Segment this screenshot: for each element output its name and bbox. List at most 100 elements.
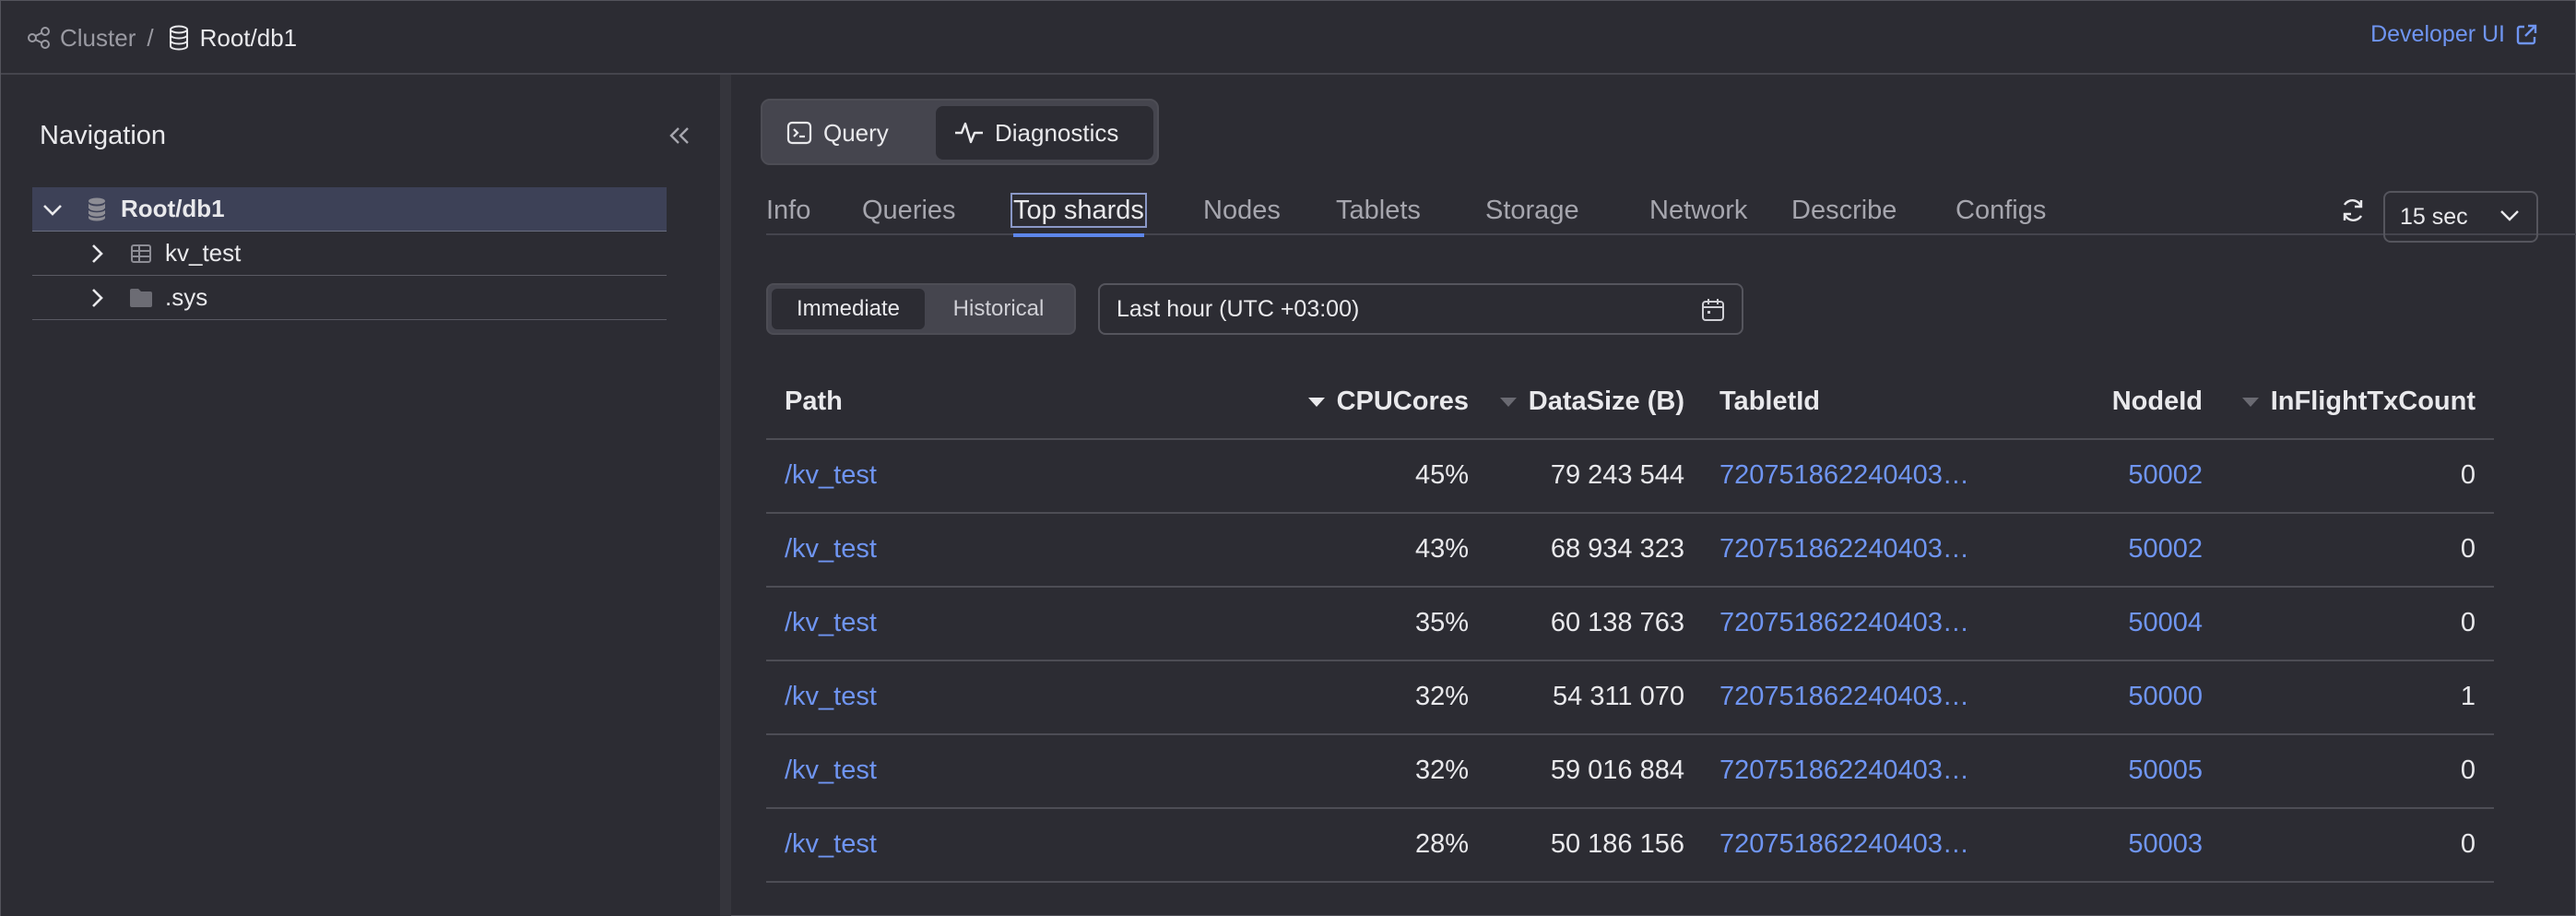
terminal-icon bbox=[786, 121, 812, 145]
inflight-value: 0 bbox=[2460, 829, 2476, 859]
inflight-value: 0 bbox=[2460, 534, 2476, 564]
tablet-link[interactable]: 720751862240403… bbox=[1719, 682, 1994, 712]
query-mode-button[interactable]: Query bbox=[768, 106, 934, 160]
tree-item-label: .sys bbox=[165, 283, 208, 311]
tablet-link[interactable]: 720751862240403… bbox=[1719, 608, 1994, 638]
diagnostics-mode-button[interactable]: Diagnostics bbox=[936, 106, 1153, 160]
tree-item-root-db1[interactable]: Root/db1 bbox=[32, 187, 667, 232]
column-header-inflight[interactable]: InFlightTxCount bbox=[2241, 387, 2476, 417]
chevron-right-icon[interactable] bbox=[84, 241, 110, 267]
table-row: /kv_test 28% 50 186 156 720751862240403…… bbox=[766, 809, 2494, 883]
node-link[interactable]: 50005 bbox=[2128, 755, 2203, 786]
sort-desc-icon bbox=[1307, 397, 1325, 407]
cluster-icon bbox=[25, 24, 53, 52]
tab-describe[interactable]: Describe bbox=[1791, 193, 1897, 235]
database-icon bbox=[84, 196, 110, 222]
table-row: /kv_test 32% 54 311 070 720751862240403…… bbox=[766, 661, 2494, 735]
node-link[interactable]: 50004 bbox=[2128, 608, 2203, 638]
column-header-datasize[interactable]: DataSize (B) bbox=[1499, 387, 1684, 417]
tab-network[interactable]: Network bbox=[1649, 193, 1747, 235]
inflight-value: 1 bbox=[2460, 682, 2476, 711]
column-header-tabletid[interactable]: TabletId bbox=[1719, 387, 1820, 417]
tab-queries[interactable]: Queries bbox=[862, 193, 956, 235]
table-row: /kv_test 45% 79 243 544 720751862240403…… bbox=[766, 440, 2494, 514]
tablet-link[interactable]: 720751862240403… bbox=[1719, 534, 1994, 565]
developer-ui-link[interactable]: Developer UI bbox=[2370, 21, 2538, 48]
path-link[interactable]: /kv_test bbox=[785, 829, 877, 860]
developer-ui-label: Developer UI bbox=[2370, 21, 2505, 47]
pulse-icon bbox=[955, 122, 983, 144]
immediate-button[interactable]: Immediate bbox=[772, 289, 925, 329]
sort-icon bbox=[1499, 397, 1517, 407]
path-link[interactable]: /kv_test bbox=[785, 534, 877, 565]
inflight-value: 0 bbox=[2460, 755, 2476, 785]
diagnostics-tabs: Info Queries Top shards Nodes Tablets St… bbox=[766, 193, 2576, 237]
path-link[interactable]: /kv_test bbox=[785, 608, 877, 638]
breadcrumb-cluster[interactable]: Cluster bbox=[60, 24, 136, 53]
tablet-link[interactable]: 720751862240403… bbox=[1719, 460, 1994, 491]
database-icon bbox=[165, 24, 193, 52]
refresh-interval-value: 15 sec bbox=[2400, 203, 2468, 230]
refresh-icon bbox=[2343, 199, 2363, 221]
navigation-sidebar: Navigation Root/db1 kv_test .sys bbox=[1, 75, 720, 916]
tablet-link[interactable]: 720751862240403… bbox=[1719, 755, 1994, 786]
column-header-label: DataSize (B) bbox=[1528, 387, 1684, 416]
cpu-value: 35% bbox=[1414, 608, 1469, 637]
tab-nodes[interactable]: Nodes bbox=[1203, 193, 1281, 235]
chevron-down-icon[interactable] bbox=[40, 196, 65, 222]
tab-configs[interactable]: Configs bbox=[1956, 193, 2046, 235]
tab-info[interactable]: Info bbox=[766, 193, 810, 235]
main-panel: Query Diagnostics Info Queries Top shard… bbox=[731, 75, 2576, 916]
tree-item-kv-test[interactable]: kv_test bbox=[32, 232, 667, 276]
tab-top-shards[interactable]: Top shards bbox=[1010, 193, 1147, 237]
tablet-link[interactable]: 720751862240403… bbox=[1719, 829, 1994, 860]
cpu-value: 45% bbox=[1414, 460, 1469, 490]
table-row: /kv_test 32% 59 016 884 720751862240403…… bbox=[766, 735, 2494, 809]
inflight-value: 0 bbox=[2460, 608, 2476, 637]
column-header-path[interactable]: Path bbox=[785, 387, 843, 417]
tree-item-label: Root/db1 bbox=[121, 195, 225, 222]
app-window: Cluster / Root/db1 Developer UI Navigati… bbox=[0, 0, 2576, 916]
query-mode-label: Query bbox=[823, 118, 889, 147]
folder-icon bbox=[128, 285, 154, 311]
historical-button[interactable]: Historical bbox=[927, 289, 1070, 329]
datasize-value: 79 243 544 bbox=[1550, 460, 1684, 490]
diagnostics-mode-label: Diagnostics bbox=[995, 118, 1119, 147]
column-header-nodeid[interactable]: NodeId bbox=[2112, 387, 2203, 417]
navigation-title: Navigation bbox=[40, 121, 167, 150]
breadcrumb: Cluster / Root/db1 bbox=[25, 21, 297, 54]
datasize-value: 54 311 070 bbox=[1553, 682, 1684, 711]
mode-switch: Query Diagnostics bbox=[761, 99, 1159, 165]
calendar-icon bbox=[1702, 299, 1724, 321]
refresh-button[interactable] bbox=[2337, 195, 2369, 226]
path-link[interactable]: /kv_test bbox=[785, 460, 877, 491]
top-shards-table: Path CPUCores DataSize (B) TabletId Node… bbox=[766, 368, 2494, 883]
tree-item-sys[interactable]: .sys bbox=[32, 276, 667, 320]
cpu-value: 32% bbox=[1414, 682, 1469, 711]
double-chevron-left-icon bbox=[669, 127, 689, 144]
breadcrumb-separator: / bbox=[147, 23, 154, 52]
table-icon bbox=[128, 241, 154, 267]
external-link-icon bbox=[2516, 24, 2537, 44]
tree-item-label: kv_test bbox=[165, 239, 242, 267]
cpu-value: 32% bbox=[1414, 755, 1469, 785]
date-range-picker[interactable]: Last hour (UTC +03:00) bbox=[1098, 283, 1743, 335]
node-link[interactable]: 50000 bbox=[2128, 682, 2203, 712]
cpu-value: 28% bbox=[1414, 829, 1469, 859]
resize-handle[interactable] bbox=[720, 75, 731, 916]
datasize-value: 59 016 884 bbox=[1550, 755, 1684, 785]
table-header: Path CPUCores DataSize (B) TabletId Node… bbox=[766, 368, 2494, 440]
table-row: /kv_test 35% 60 138 763 720751862240403…… bbox=[766, 588, 2494, 661]
column-header-cpu[interactable]: CPUCores bbox=[1307, 387, 1469, 417]
refresh-interval-select[interactable]: 15 sec bbox=[2383, 191, 2538, 243]
tab-tablets[interactable]: Tablets bbox=[1336, 193, 1421, 235]
path-link[interactable]: /kv_test bbox=[785, 682, 877, 712]
node-link[interactable]: 50002 bbox=[2128, 460, 2203, 491]
tab-storage[interactable]: Storage bbox=[1485, 193, 1579, 235]
collapse-sidebar-button[interactable] bbox=[665, 121, 694, 150]
node-link[interactable]: 50003 bbox=[2128, 829, 2203, 860]
node-link[interactable]: 50002 bbox=[2128, 534, 2203, 565]
sort-icon bbox=[2241, 397, 2259, 407]
path-link[interactable]: /kv_test bbox=[785, 755, 877, 786]
chevron-right-icon[interactable] bbox=[84, 285, 110, 311]
